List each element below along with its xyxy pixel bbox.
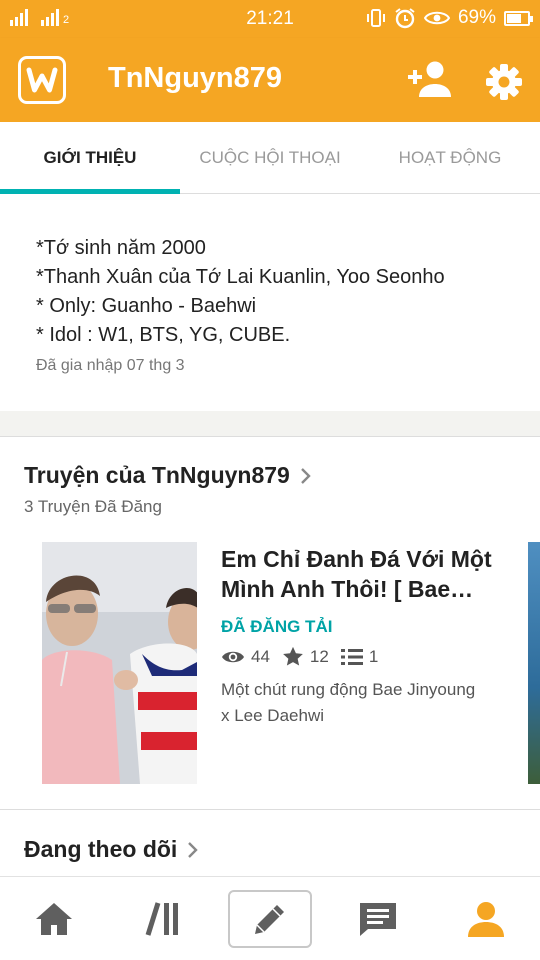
app-bar: TnNguyn879 (0, 38, 540, 122)
write-icon[interactable] (228, 890, 312, 948)
reads-count: 44 (251, 646, 270, 666)
stories-count: 3 Truyện Đã Đăng (24, 497, 162, 516)
joined-date: Đã gia nhập 07 thg 3 (36, 357, 185, 374)
status-icons: 69% (366, 7, 533, 29)
star-icon (283, 646, 303, 666)
chevron-right-icon (188, 841, 199, 858)
profile-username-title: TnNguyn879 (108, 62, 283, 94)
vibrate-icon (366, 9, 385, 27)
home-icon[interactable] (26, 891, 82, 947)
gear-icon[interactable] (484, 62, 524, 102)
about-line: * Only: Guanho - Baehwi (36, 295, 257, 317)
battery-percent: 69% (457, 7, 496, 28)
eye-icon (423, 11, 450, 25)
story-description-line: x Lee Daehwi (221, 706, 325, 725)
tab-about[interactable]: GIỚI THIỆU (0, 122, 180, 194)
story-title[interactable]: Em Chỉ Đanh Đá Với Một Mình Anh Thôi! [ … (221, 544, 501, 604)
alarm-icon (395, 8, 415, 29)
about-line: * Idol : W1, BTS, YG, CUBE. (36, 324, 291, 346)
following-section-header[interactable]: Đang theo dõi (24, 836, 199, 863)
library-icon[interactable] (135, 891, 191, 947)
story-cover-image[interactable] (42, 542, 197, 784)
messages-icon[interactable] (350, 891, 406, 947)
story-title-line: Mình Anh Thôi! [ Bae… (221, 576, 474, 602)
chevron-right-icon (301, 467, 311, 484)
story-title-line: Em Chỉ Đanh Đá Với Một (221, 546, 492, 572)
story-stats: 44 12 1 (221, 646, 390, 667)
tab-activity[interactable]: HOẠT ĐỘNG (360, 122, 540, 194)
active-tab-indicator (0, 189, 180, 194)
about-line: *Tớ sinh năm 2000 (36, 237, 206, 259)
story-description: Một chút rung động Bae Jinyoung x Lee Da… (221, 677, 511, 729)
following-section-title: Đang theo dõi (24, 836, 178, 862)
profile-tabs: GIỚI THIỆU CUỘC HỘI THOẠI HOẠT ĐỘNG (0, 122, 540, 194)
battery-level-fill (507, 13, 521, 23)
votes-count: 12 (309, 646, 329, 666)
status-bar: 2 21:21 69% (0, 0, 540, 38)
story-status: ĐÃ ĐĂNG TẢI (221, 617, 333, 636)
list-icon (340, 648, 363, 665)
battery-icon (504, 10, 533, 26)
about-section: *Tớ sinh năm 2000 *Thanh Xuân của Tớ Lai… (36, 234, 516, 375)
stories-section-header[interactable]: Truyện của TnNguyn879 (24, 462, 312, 489)
story-description-line: Một chút rung động Bae Jinyoung (221, 680, 476, 699)
stories-section-title: Truyện của TnNguyn879 (24, 462, 290, 488)
section-divider (0, 411, 540, 437)
section-divider (0, 809, 540, 810)
about-line: *Thanh Xuân của Tớ Lai Kuanlin, Yoo Seon… (36, 266, 445, 288)
bottom-navigation (0, 876, 540, 960)
parts-count: 1 (368, 646, 379, 666)
next-story-cover-peek[interactable] (528, 542, 540, 784)
tab-conversations[interactable]: CUỘC HỘI THOẠI (180, 122, 360, 194)
wattpad-logo-icon[interactable] (18, 56, 66, 104)
eye-icon (222, 651, 244, 662)
add-user-icon[interactable] (406, 60, 452, 100)
profile-icon[interactable] (458, 891, 514, 947)
